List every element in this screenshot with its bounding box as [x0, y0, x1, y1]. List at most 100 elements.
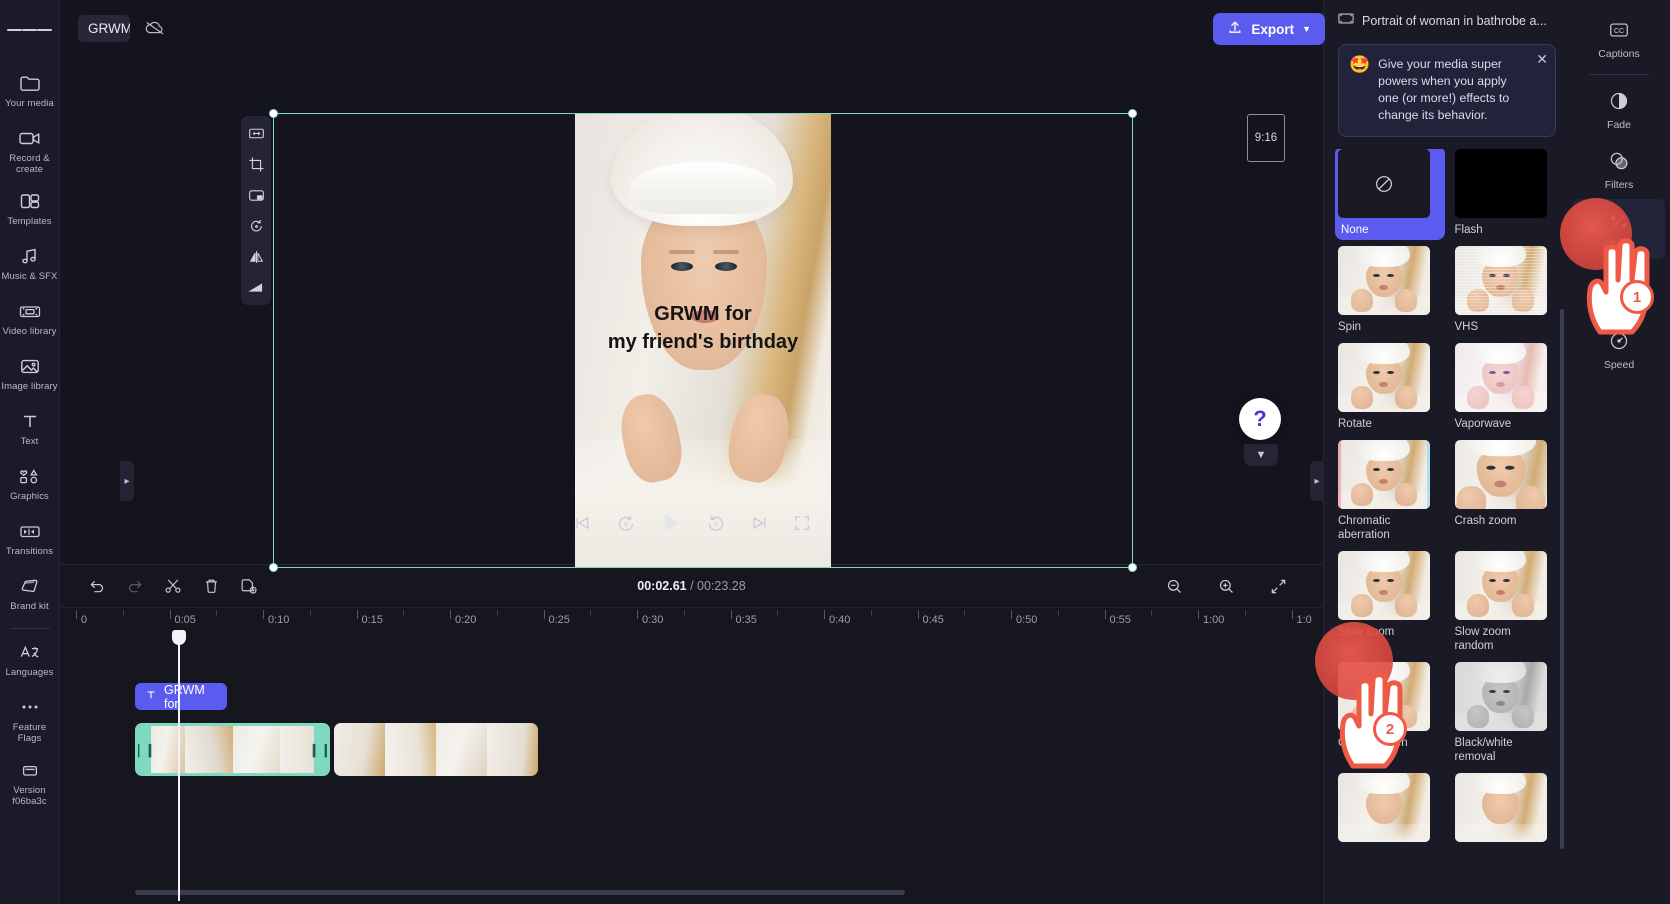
- timeline-playhead[interactable]: [172, 630, 186, 901]
- aspect-ratio-badge[interactable]: 9:16: [1247, 114, 1285, 162]
- sidebar-item-brand-kit[interactable]: Brand kit: [0, 569, 60, 621]
- sidebar-item-version[interactable]: Version f06ba3c: [0, 753, 60, 813]
- sidebar-item-record-create[interactable]: Record & create: [0, 121, 60, 181]
- film-icon: [18, 300, 42, 322]
- effect-chromatic-aberration[interactable]: Chromatic aberration: [1338, 440, 1442, 542]
- skip-to-end-icon[interactable]: [750, 514, 769, 532]
- video-clip-2[interactable]: [334, 723, 538, 776]
- ruler-tick-minor: [683, 610, 685, 616]
- effect-label: Vaporwave: [1454, 418, 1512, 430]
- rotate-icon[interactable]: [243, 214, 269, 238]
- sidebar-item-feature-flags[interactable]: Feature Flags: [0, 690, 60, 750]
- sidebar-item-your-media[interactable]: Your media: [0, 66, 60, 118]
- ruler-tick-label: 0: [81, 614, 88, 626]
- timeline-horizontal-scrollbar[interactable]: [135, 890, 905, 895]
- tip-card: 🤩 Give your media super powers when you …: [1338, 44, 1556, 137]
- effect-green-screen[interactable]: Green screen: [1338, 662, 1442, 764]
- effect-thumbnail: [1454, 662, 1547, 731]
- effect-label: Slow zoom random: [1454, 626, 1511, 652]
- preview-area: GRWM for my friend's birthday 9:16 ? ▼ 5: [60, 56, 1324, 572]
- collapse-right-panel-chevron-icon[interactable]: ▸: [1310, 461, 1324, 501]
- video-preview[interactable]: GRWM for my friend's birthday: [575, 114, 831, 567]
- timeline-toolbar: 00:02.61 / 00:23.28: [60, 565, 1323, 607]
- effect-slow-zoom-random[interactable]: Slow zoom random: [1454, 551, 1559, 653]
- effect-flash[interactable]: Flash: [1454, 149, 1559, 237]
- sidebar-item-graphics[interactable]: Graphics: [0, 459, 60, 511]
- effect-spin[interactable]: Spin: [1338, 246, 1442, 334]
- effects-panel: Portrait of woman in bathrobe a... 🤩 Giv…: [1323, 0, 1568, 904]
- effect-vaporwave[interactable]: Vaporwave: [1454, 343, 1559, 431]
- forward-5-icon[interactable]: 5: [706, 514, 726, 533]
- effect-vhs[interactable]: VHS: [1454, 246, 1559, 334]
- menu-hamburger-icon[interactable]: [6, 10, 53, 50]
- speed-icon: [1608, 329, 1630, 353]
- video-clip-1[interactable]: ❙❙ ❙❙: [135, 723, 330, 776]
- split-icon[interactable]: [158, 571, 188, 601]
- help-button[interactable]: ?: [1239, 398, 1281, 440]
- effect-label: Black/white removal: [1454, 737, 1513, 763]
- trim-handle-left[interactable]: ❙❙: [138, 726, 155, 773]
- sidebar-item-templates[interactable]: Templates: [0, 184, 60, 236]
- delete-icon[interactable]: [196, 571, 226, 601]
- ruler-tick-label: 0:40: [829, 614, 851, 626]
- play-icon[interactable]: [660, 511, 682, 535]
- timeline-ruler[interactable]: 0 0:05 0:10 0:15 0:20 0:25 0:30 0:35 0:40 0:45 0:5…: [60, 607, 1340, 631]
- flip-vertical-icon[interactable]: [243, 276, 269, 300]
- effect-rotate[interactable]: Rotate: [1338, 343, 1442, 431]
- effect-black-white-removal[interactable]: Black/white removal: [1454, 662, 1559, 764]
- cloud-offline-icon[interactable]: [144, 19, 166, 37]
- skip-to-start-icon[interactable]: [573, 514, 592, 532]
- effect-slow-zoom[interactable]: Slow zoom: [1338, 551, 1442, 653]
- rail-item-speed[interactable]: Speed: [1573, 319, 1665, 379]
- ruler-tick-label: 0:45: [922, 614, 944, 626]
- resize-handle-top-right[interactable]: [1128, 109, 1137, 118]
- export-button[interactable]: Export ▼: [1213, 13, 1325, 45]
- crop-icon[interactable]: [243, 152, 269, 176]
- effects-list[interactable]: None Flash Spin VHS Rotate Vaporwave Chr…: [1324, 149, 1568, 904]
- sidebar-item-transitions[interactable]: Transitions: [0, 514, 60, 566]
- sidebar-item-music-sfx[interactable]: Music & SFX: [0, 239, 60, 291]
- video-text-overlay[interactable]: GRWM for my friend's birthday: [575, 300, 831, 356]
- rail-item-adjust-colors[interactable]: Adjust colors: [1573, 259, 1665, 319]
- effect-label: Chromatic aberration: [1338, 515, 1391, 541]
- close-icon[interactable]: ✕: [1536, 51, 1548, 68]
- collapse-preview-chevron-down-icon[interactable]: ▼: [1244, 444, 1278, 466]
- zoom-out-icon[interactable]: [1159, 571, 1189, 601]
- ruler-tick-minor: [964, 610, 966, 616]
- project-title-input[interactable]: GRWM: [78, 14, 130, 42]
- playhead-knob[interactable]: [172, 630, 186, 645]
- effect-thumbnail: [1338, 246, 1430, 315]
- duplicate-icon[interactable]: [234, 571, 264, 601]
- effect-row7-left[interactable]: [1338, 773, 1442, 847]
- rail-item-fade[interactable]: Fade: [1573, 79, 1665, 139]
- text-clip[interactable]: GRWM for: [135, 683, 227, 711]
- effect-label: Crash zoom: [1454, 515, 1517, 527]
- sidebar-item-label: Text: [20, 436, 39, 447]
- sidebar-item-languages[interactable]: Languages: [0, 635, 60, 687]
- rail-item-filters[interactable]: Filters: [1573, 139, 1665, 199]
- sidebar-item-image-library[interactable]: Image library: [0, 349, 60, 401]
- effect-row7-right[interactable]: [1454, 773, 1559, 847]
- picture-in-picture-icon[interactable]: [243, 183, 269, 207]
- redo-icon[interactable]: [120, 571, 150, 601]
- effect-crash-zoom[interactable]: Crash zoom: [1454, 440, 1559, 542]
- rail-item-captions[interactable]: CC Captions: [1573, 8, 1665, 68]
- resize-handle-top-left[interactable]: [269, 109, 278, 118]
- flip-horizontal-icon[interactable]: [243, 245, 269, 269]
- effect-none[interactable]: None: [1335, 149, 1445, 240]
- sidebar-item-video-library[interactable]: Video library: [0, 294, 60, 346]
- fit-icon[interactable]: [243, 121, 269, 145]
- fit-timeline-icon[interactable]: [1263, 571, 1293, 601]
- rewind-5-icon[interactable]: 5: [616, 514, 636, 533]
- zoom-in-icon[interactable]: [1211, 571, 1241, 601]
- ruler-tick-minor: [216, 610, 218, 616]
- sidebar-item-text[interactable]: Text: [0, 404, 60, 456]
- undo-icon[interactable]: [82, 571, 112, 601]
- fullscreen-icon[interactable]: [793, 514, 811, 532]
- expand-left-panel-chevron-icon[interactable]: ▸: [120, 461, 134, 501]
- upload-icon: [1227, 19, 1243, 40]
- trim-handle-right[interactable]: ❙❙: [309, 726, 327, 773]
- top-bar: GRWM: [60, 0, 1323, 56]
- effects-scrollbar[interactable]: [1560, 309, 1564, 849]
- rail-item-effects[interactable]: Effects: [1573, 199, 1665, 259]
